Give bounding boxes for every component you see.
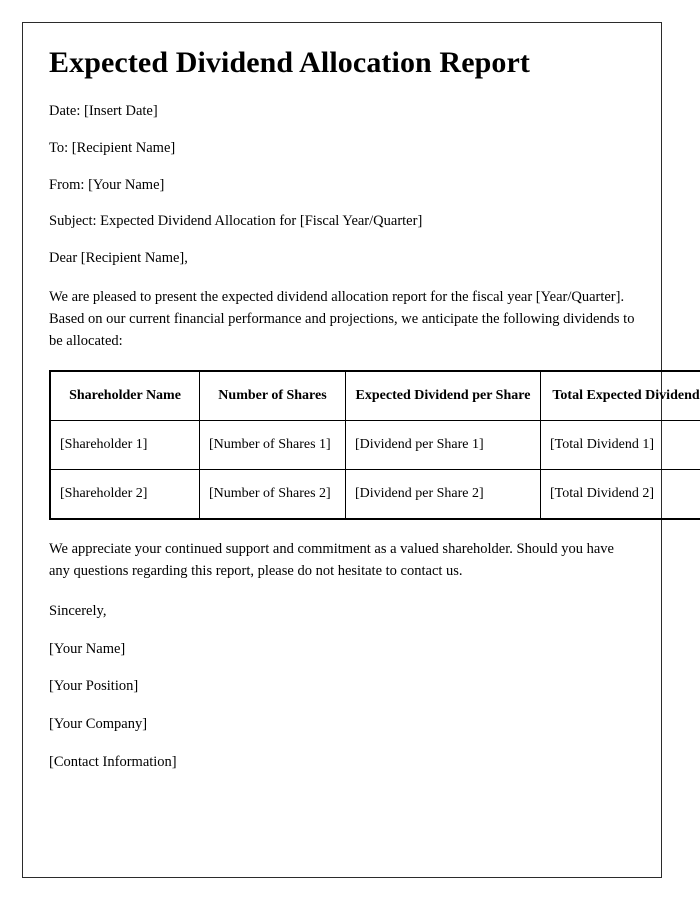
document-content: Expected Dividend Allocation Report Date… — [49, 45, 700, 790]
signature-contact: [Contact Information] — [49, 753, 177, 770]
subject-line: Subject: Expected Dividend Allocation fo… — [49, 213, 423, 230]
intro-paragraph: We are pleased to present the expected d… — [49, 289, 635, 350]
cell-number-of-shares: [Number of Shares 1] — [199, 420, 346, 471]
closing-paragraph: We appreciate your continued support and… — [49, 541, 614, 580]
cell-total-dividend: [Total Dividend 1] — [540, 420, 700, 471]
date-line: Date: [Insert Date] — [49, 103, 158, 120]
sender-line: From: [Your Name] — [49, 176, 165, 193]
signature-position: [Your Position] — [49, 678, 139, 695]
page-title: Expected Dividend Allocation Report — [49, 46, 530, 79]
cell-dividend-per-share: [Dividend per Share 2] — [345, 469, 541, 520]
column-header-shareholder-name: Shareholder Name — [49, 370, 200, 422]
sign-off: Sincerely, — [49, 603, 107, 620]
cell-shareholder-name: [Shareholder 1] — [49, 420, 200, 471]
document-page-frame: Expected Dividend Allocation Report Date… — [22, 22, 700, 878]
cell-dividend-per-share: [Dividend per Share 1] — [345, 420, 541, 471]
table-row: [Shareholder 2] [Number of Shares 2] [Di… — [49, 469, 700, 520]
table-header-row: Shareholder Name Number of Shares Expect… — [49, 370, 700, 422]
table-row: [Shareholder 1] [Number of Shares 1] [Di… — [49, 420, 700, 471]
column-header-number-of-shares: Number of Shares — [199, 370, 346, 422]
dividend-allocation-table: Shareholder Name Number of Shares Expect… — [49, 370, 700, 521]
column-header-expected-dividend-per-share: Expected Dividend per Share — [345, 370, 541, 422]
salutation: Dear [Recipient Name], — [49, 249, 188, 266]
cell-total-dividend: [Total Dividend 2] — [540, 469, 700, 520]
signature-name: [Your Name] — [49, 640, 126, 657]
recipient-line: To: [Recipient Name] — [49, 139, 176, 156]
cell-shareholder-name: [Shareholder 2] — [49, 469, 200, 520]
signature-company: [Your Company] — [49, 716, 148, 733]
cell-number-of-shares: [Number of Shares 2] — [199, 469, 346, 520]
table-body: [Shareholder 1] [Number of Shares 1] [Di… — [49, 420, 700, 520]
table-header: Shareholder Name Number of Shares Expect… — [49, 370, 700, 422]
column-header-total-expected-dividend: Total Expected Dividend — [540, 370, 700, 422]
